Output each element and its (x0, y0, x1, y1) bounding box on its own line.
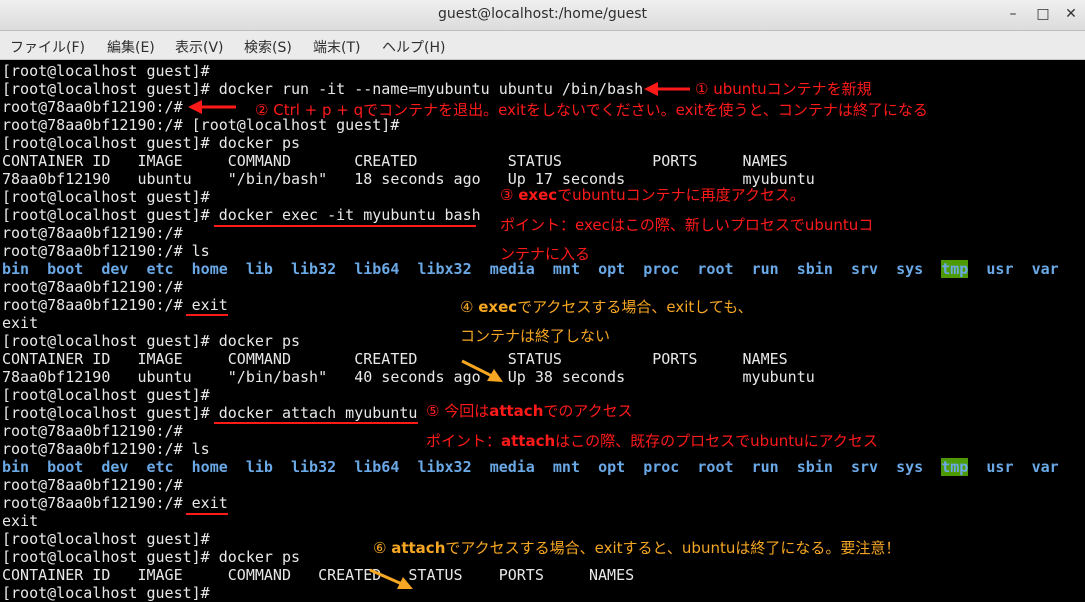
annotation-4: ④ execでアクセスする場合、exitしても、 (460, 298, 753, 316)
annotation-5-point: ポイント：attachはこの際、既存のプロセスでubuntuにアクセス (426, 432, 878, 450)
annotation-4-cont: コンテナは終了しない (460, 327, 611, 345)
annotation-5: ⑤ 今回はattachでのアクセス (426, 402, 633, 420)
arrow-icon (188, 100, 236, 114)
annotation-3-point: ポイント：execはこの際、新しいプロセスでubuntuコ (500, 216, 874, 234)
annotation-2: ② Ctrl + p + qでコンテナを退出。exitをしないでください。exi… (255, 101, 928, 119)
arrow-icon (369, 568, 413, 589)
arrow-icon (461, 359, 503, 382)
arrow-icon (644, 82, 690, 96)
annotation-1: ① ubuntuコンテナを新規 (695, 80, 872, 98)
annotation-3: ③ execでubuntuコンテナに再度アクセス。 (500, 186, 805, 204)
annotation-3-point-cont: ンテナに入る (500, 245, 591, 263)
annotation-6: ⑥ attachでアクセスする場合、exitすると、ubuntuは終了になる。要… (373, 539, 901, 557)
